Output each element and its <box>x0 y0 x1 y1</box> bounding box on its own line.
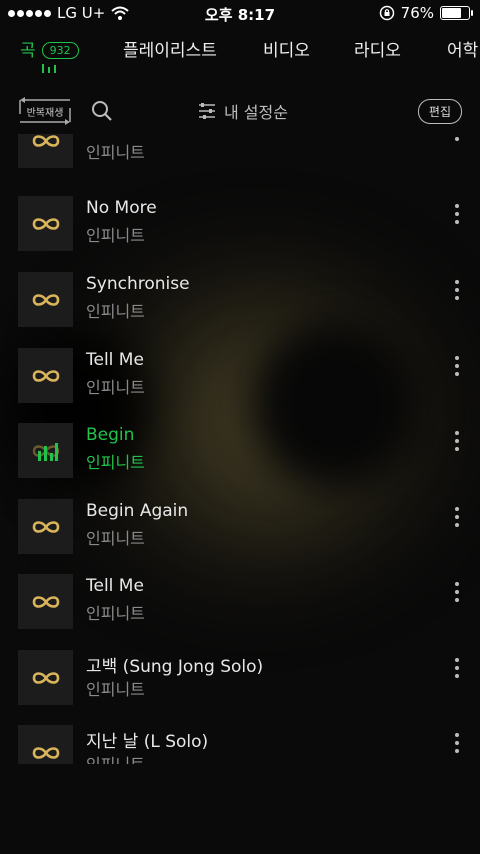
category-tabs: 곡 932 플레이리스트 비디오 라디오 어학 <box>0 34 480 82</box>
song-artist: 인피니트 <box>86 302 145 321</box>
tab-active-indicator <box>42 64 56 73</box>
album-thumbnail <box>18 423 73 478</box>
album-thumbnail <box>18 134 73 168</box>
battery-icon <box>440 6 473 20</box>
sort-sliders-icon <box>199 103 215 119</box>
song-title: Tell Me <box>86 350 144 370</box>
album-thumbnail <box>18 574 73 629</box>
song-title: No More <box>86 198 157 218</box>
search-icon[interactable] <box>91 100 113 122</box>
more-vertical-icon[interactable] <box>452 202 462 226</box>
song-artist: 인피니트 <box>86 529 145 548</box>
more-vertical-icon[interactable] <box>452 429 462 453</box>
album-thumbnail <box>18 348 73 403</box>
more-vertical-icon[interactable] <box>452 731 462 755</box>
infinity-logo-icon <box>32 520 59 533</box>
more-vertical-icon[interactable] <box>452 134 462 143</box>
tab-playlists[interactable]: 플레이리스트 <box>123 36 217 61</box>
song-title: 고백 (Sung Jong Solo) <box>86 657 264 677</box>
tab-radio[interactable]: 라디오 <box>354 36 401 61</box>
repeat-button[interactable]: 반복재생 <box>18 96 72 126</box>
more-vertical-icon[interactable] <box>452 505 462 529</box>
more-vertical-icon[interactable] <box>452 580 462 604</box>
sort-label: 내 설정순 <box>224 103 288 122</box>
song-artist: 인피니트 <box>86 226 145 245</box>
infinity-logo-icon <box>32 217 59 230</box>
song-title: 지난 날 (L Solo) <box>86 732 209 752</box>
equalizer-playing-icon <box>32 442 59 461</box>
song-row[interactable]: Tell Me 인피니트 <box>0 574 480 650</box>
song-row[interactable]: Begin Again 인피니트 <box>0 499 480 575</box>
status-bar: LG U+ 오후 8:17 76% <box>0 0 480 28</box>
album-thumbnail <box>18 196 73 251</box>
song-count-badge: 932 <box>41 42 79 59</box>
song-artist: 인피니트 <box>86 680 145 699</box>
sort-button[interactable]: 내 설정순 <box>198 99 288 123</box>
album-thumbnail <box>18 725 73 764</box>
song-row[interactable]: Begin 인피니트 <box>0 423 480 499</box>
album-thumbnail <box>18 272 73 327</box>
infinity-logo-icon <box>32 671 59 684</box>
song-title: Tell Me <box>86 134 144 135</box>
song-row[interactable]: Tell Me 인피니트 <box>0 134 480 189</box>
tab-videos[interactable]: 비디오 <box>263 36 310 61</box>
tab-songs-label: 곡 <box>20 41 36 61</box>
song-row[interactable]: 고백 (Sung Jong Solo) 인피니트 <box>0 650 480 726</box>
song-artist: 인피니트 <box>86 378 145 397</box>
list-toolbar: 반복재생 내 설정순 편집 <box>0 94 480 128</box>
tab-language[interactable]: 어학 <box>447 36 478 61</box>
song-row[interactable]: Synchronise 인피니트 <box>0 272 480 348</box>
song-row[interactable]: 지난 날 (L Solo)인피니트 <box>0 725 480 764</box>
song-title: Synchronise <box>86 274 190 294</box>
song-artist: 인피니트 <box>86 143 145 162</box>
song-list[interactable]: Tell Me인피니트No More인피니트Synchronise인피니트Tel… <box>0 134 480 764</box>
infinity-logo-icon <box>32 293 59 306</box>
song-artist: 인피니트 <box>86 751 145 764</box>
edit-button[interactable]: 편집 <box>417 99 462 124</box>
infinity-logo-icon <box>32 746 59 759</box>
song-artist: 인피니트 <box>86 604 145 623</box>
battery-percent: 76% <box>400 4 434 22</box>
infinity-logo-icon <box>32 134 59 147</box>
infinity-logo-icon <box>32 595 59 608</box>
song-row[interactable]: No More 인피니트 <box>0 196 480 272</box>
song-artist: 인피니트 <box>86 453 145 472</box>
album-thumbnail <box>18 650 73 705</box>
song-title: Begin <box>86 425 135 445</box>
song-title: Begin Again <box>86 501 189 521</box>
album-thumbnail <box>18 499 73 554</box>
more-vertical-icon[interactable] <box>452 354 462 378</box>
song-row[interactable]: Tell Me 인피니트 <box>0 348 480 424</box>
tab-songs[interactable]: 곡 932 <box>20 36 79 61</box>
rotation-lock-icon <box>379 5 394 21</box>
more-vertical-icon[interactable] <box>452 278 462 302</box>
infinity-logo-icon <box>32 369 59 382</box>
song-title: Tell Me <box>86 576 144 596</box>
repeat-label: 반복재생 <box>26 108 64 119</box>
more-vertical-icon[interactable] <box>452 656 462 680</box>
